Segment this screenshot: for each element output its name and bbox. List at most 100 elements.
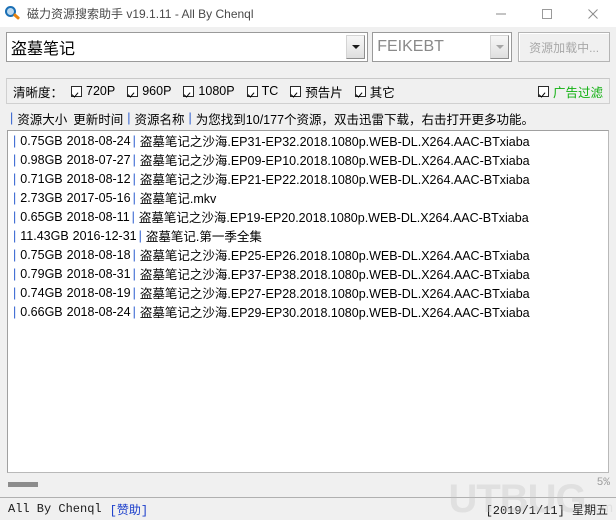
search-row: 资源加载中... <box>6 32 610 62</box>
progress-bar-fill <box>8 482 38 487</box>
row-name: 盗墓笔记之沙海.EP25-EP26.2018.1080p.WEB-DL.X264… <box>139 249 530 263</box>
table-row[interactable]: | 0.74GB 2018-08-19 | 盗墓笔记之沙海.EP27-EP28.… <box>8 283 608 302</box>
row-date: 2018-08-24 <box>66 133 131 148</box>
minimize-icon <box>496 13 506 14</box>
filter-checkbox-tc[interactable]: TC <box>246 84 279 98</box>
column-header-name[interactable]: 资源名称 <box>135 109 185 128</box>
load-resources-button[interactable]: 资源加载中... <box>518 32 610 62</box>
separator: | <box>13 247 17 262</box>
window-controls <box>478 0 616 27</box>
row-date: 2018-07-27 <box>66 152 131 167</box>
column-header: | 资源大小 更新时间 | 资源名称 | 为您找到10/177个资源，双击迅雷下… <box>6 108 610 128</box>
row-date: 2018-08-19 <box>66 285 131 300</box>
separator: | <box>13 285 17 300</box>
donate-link[interactable]: [赞助] <box>110 501 148 518</box>
table-row[interactable]: | 11.43GB 2016-12-31 | 盗墓笔记.第一季全集 <box>8 226 608 245</box>
title-bar: 磁力资源搜索助手 v19.1.11 - All By Chenql <box>0 0 616 27</box>
filter-checkbox-trailer[interactable]: 预告片 <box>290 82 343 101</box>
row-name: 盗墓笔记之沙海.EP31-EP32.2018.1080p.WEB-DL.X264… <box>139 135 530 149</box>
row-name: 盗墓笔记之沙海.EP29-EP30.2018.1080p.WEB-DL.X264… <box>139 306 530 320</box>
filter-checkbox-other[interactable]: 其它 <box>354 82 395 101</box>
quality-filter-label: 清晰度： <box>13 85 64 100</box>
maximize-icon <box>542 8 552 19</box>
filter-label-720p: 720P <box>86 84 116 98</box>
search-history-dropdown-button[interactable] <box>346 35 366 59</box>
checkbox-icon <box>537 85 549 97</box>
separator: | <box>132 266 136 281</box>
separator: | <box>13 171 17 186</box>
row-size: 0.65GB <box>20 209 63 224</box>
status-bar: All By Chenql [赞助] [2019/1/11] 星期五 <box>0 497 616 520</box>
row-name: 盗墓笔记.mkv <box>139 192 217 206</box>
separator: | <box>138 228 142 243</box>
filter-label-tc: TC <box>261 84 279 98</box>
table-row[interactable]: | 0.75GB 2018-08-18 | 盗墓笔记之沙海.EP25-EP26.… <box>8 245 608 264</box>
filter-checkbox-ad-filter[interactable]: 广告过滤 <box>537 82 603 101</box>
filter-checkbox-1080p[interactable]: 1080P <box>183 84 235 98</box>
source-combo[interactable] <box>372 32 513 62</box>
search-combo[interactable] <box>6 32 369 62</box>
separator: | <box>188 111 192 125</box>
row-name: 盗墓笔记之沙海.EP19-EP20.2018.1080p.WEB-DL.X264… <box>138 211 529 225</box>
source-dropdown-button[interactable] <box>490 35 510 59</box>
search-input[interactable] <box>7 33 347 61</box>
progress-strip: 5% <box>0 475 616 497</box>
separator: | <box>13 133 17 148</box>
row-date: 2018-08-24 <box>66 304 131 319</box>
row-name: 盗墓笔记.第一季全集 <box>145 230 262 244</box>
column-header-size[interactable]: 资源大小 <box>17 109 67 128</box>
close-button[interactable] <box>570 0 616 27</box>
results-list[interactable]: | 0.75GB 2018-08-24 | 盗墓笔记之沙海.EP31-EP32.… <box>7 130 609 473</box>
table-row[interactable]: | 0.71GB 2018-08-12 | 盗墓笔记之沙海.EP21-EP22.… <box>8 169 608 188</box>
separator: | <box>132 285 136 300</box>
window-title: 磁力资源搜索助手 v19.1.11 - All By Chenql <box>27 7 254 21</box>
progress-percent-label: 5% <box>596 477 610 489</box>
row-date: 2016-12-31 <box>72 228 137 243</box>
row-date: 2017-05-16 <box>66 190 131 205</box>
row-date: 2018-08-31 <box>66 266 131 281</box>
separator: | <box>13 190 17 205</box>
filter-label-trailer: 预告片 <box>305 85 343 100</box>
separator: | <box>131 209 135 224</box>
checkbox-icon <box>127 85 139 97</box>
filter-label-ad-filter: 广告过滤 <box>552 85 603 100</box>
result-count-hint: 为您找到10/177个资源，双击迅雷下载，右击打开更多功能。 <box>195 112 535 127</box>
checkbox-icon <box>246 85 258 97</box>
separator: | <box>132 304 136 319</box>
table-row[interactable]: | 2.73GB 2017-05-16 | 盗墓笔记.mkv <box>8 188 608 207</box>
row-date: 2018-08-11 <box>66 209 130 224</box>
table-row[interactable]: | 0.65GB 2018-08-11 | 盗墓笔记之沙海.EP19-EP20.… <box>8 207 608 226</box>
source-input[interactable] <box>373 33 491 61</box>
table-row[interactable]: | 0.66GB 2018-08-24 | 盗墓笔记之沙海.EP29-EP30.… <box>8 302 608 321</box>
row-size: 11.43GB <box>20 228 69 243</box>
row-size: 0.66GB <box>20 304 63 319</box>
separator: | <box>13 266 17 281</box>
checkbox-icon <box>183 85 195 97</box>
separator: | <box>132 190 136 205</box>
checkbox-icon <box>290 85 302 97</box>
separator: | <box>127 111 131 125</box>
row-date: 2018-08-12 <box>66 171 131 186</box>
row-size: 0.74GB <box>20 285 63 300</box>
row-date: 2018-08-18 <box>66 247 131 262</box>
table-row[interactable]: | 0.98GB 2018-07-27 | 盗墓笔记之沙海.EP09-EP10.… <box>8 150 608 169</box>
filter-checkbox-960p[interactable]: 960P <box>127 84 171 98</box>
row-size: 0.98GB <box>20 152 63 167</box>
checkbox-icon <box>354 85 366 97</box>
column-header-time[interactable]: 更新时间 <box>73 109 123 128</box>
minimize-button[interactable] <box>478 0 524 27</box>
maximize-button[interactable] <box>524 0 570 27</box>
filter-label-960p: 960P <box>142 84 172 98</box>
separator: | <box>10 111 14 125</box>
row-size: 0.75GB <box>20 133 63 148</box>
filter-checkbox-720p[interactable]: 720P <box>71 84 115 98</box>
table-row[interactable]: | 0.75GB 2018-08-24 | 盗墓笔记之沙海.EP31-EP32.… <box>8 131 608 150</box>
row-size: 2.73GB <box>20 190 63 205</box>
separator: | <box>13 228 17 243</box>
quality-filter-bar: 清晰度： 720P 960P 1080P TC 预告片 其它 广告过滤 <box>6 78 610 104</box>
magnifier-icon <box>5 5 21 22</box>
chevron-down-icon <box>495 45 504 49</box>
row-name: 盗墓笔记之沙海.EP21-EP22.2018.1080p.WEB-DL.X264… <box>139 173 530 187</box>
table-row[interactable]: | 0.79GB 2018-08-31 | 盗墓笔记之沙海.EP37-EP38.… <box>8 264 608 283</box>
separator: | <box>132 133 136 148</box>
